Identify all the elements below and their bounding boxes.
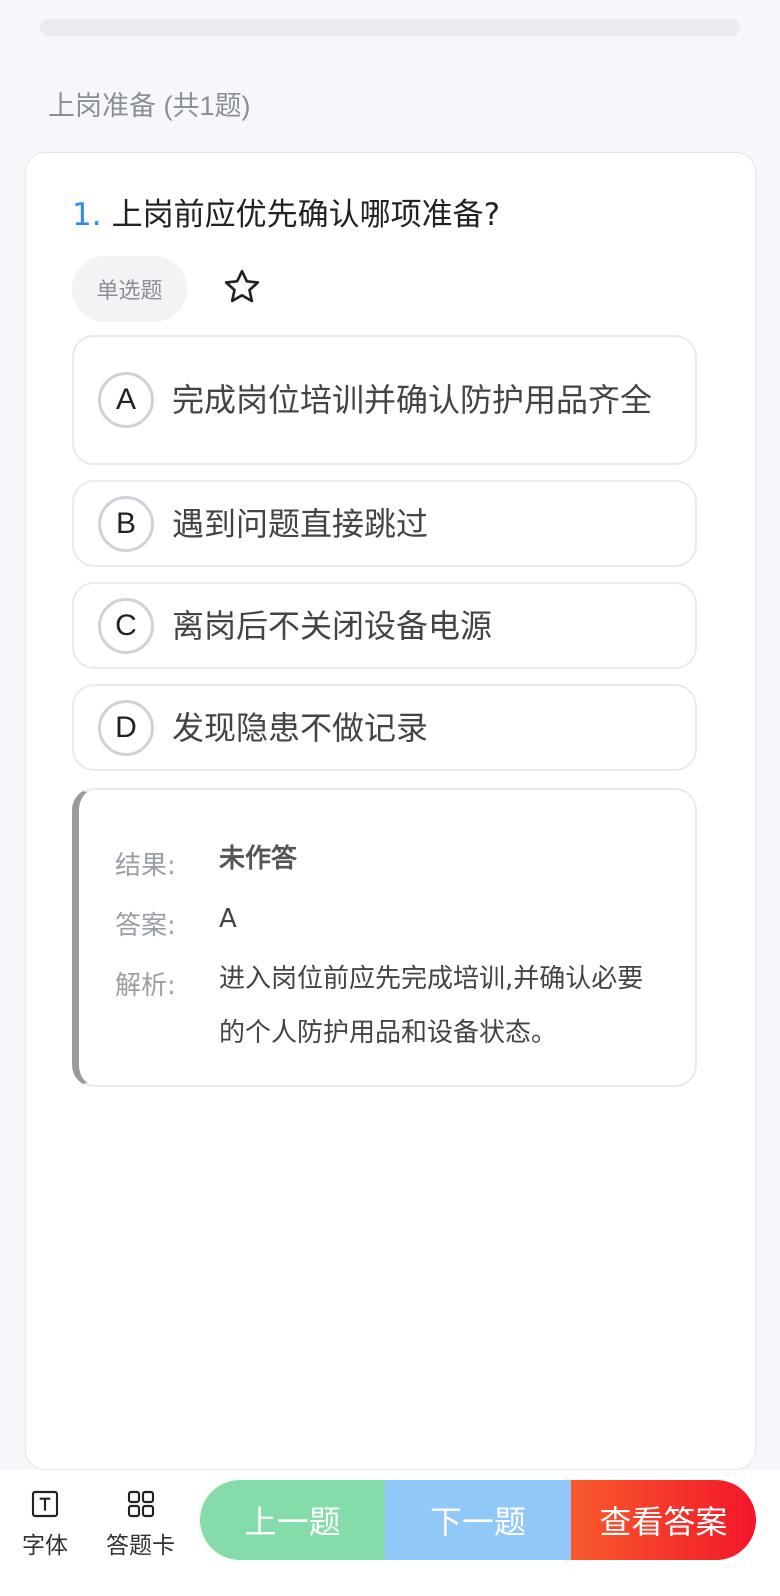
question-number: 1. bbox=[72, 197, 102, 233]
star-outline-icon[interactable] bbox=[222, 267, 262, 307]
analysis-value: 进入岗位前应先完成培训,并确认必要的个人防护用品和设备状态。 bbox=[219, 964, 644, 1048]
option-text: 完成岗位培训并确认防护用品齐全 bbox=[172, 381, 653, 419]
view-answer-button[interactable]: 查看答案 bbox=[570, 1480, 756, 1560]
next-question-button[interactable]: 下一题 bbox=[385, 1480, 571, 1560]
result-row: 结果: 未作答 bbox=[115, 844, 665, 886]
section-title: 上岗准备 (共1题) bbox=[48, 91, 251, 121]
option-text: 离岗后不关闭设备电源 bbox=[172, 606, 493, 645]
option-letter: B bbox=[98, 495, 154, 552]
navigation-button-group: 上一题 下一题 查看答案 bbox=[200, 1480, 756, 1560]
option-a[interactable]: A 完成岗位培训并确认防护用品齐全 bbox=[72, 335, 697, 465]
previous-question-button[interactable]: 上一题 bbox=[200, 1480, 386, 1560]
result-panel: 结果: 未作答 答案: A 解析: 进入岗位前应先完成培训,并确认必要的个人防护… bbox=[72, 788, 697, 1087]
answer-card-button[interactable]: 答题卡 bbox=[106, 1488, 175, 1560]
option-letter: C bbox=[98, 597, 154, 654]
option-text: 遇到问题直接跳过 bbox=[172, 504, 429, 543]
font-size-label: 字体 bbox=[22, 1533, 68, 1559]
option-text: 发现隐患不做记录 bbox=[172, 708, 429, 747]
question-text: 上岗前应优先确认哪项准备? bbox=[111, 197, 501, 233]
analysis-label: 解析: bbox=[115, 971, 176, 1001]
result-value: 未作答 bbox=[219, 844, 298, 874]
font-size-icon bbox=[31, 1490, 59, 1518]
progress-bar bbox=[40, 19, 740, 36]
grid-icon bbox=[127, 1490, 154, 1518]
question-card: 1. 上岗前应优先确认哪项准备? 单选题 A 完成岗位培训并确认防护用品齐全 B … bbox=[25, 152, 756, 1470]
answer-row: 答案: A bbox=[115, 904, 665, 946]
answer-value: A bbox=[219, 904, 237, 934]
result-label: 结果: bbox=[115, 851, 176, 881]
question-type-badge: 单选题 bbox=[72, 256, 187, 322]
font-size-button[interactable]: 字体 bbox=[22, 1488, 68, 1560]
answer-label: 答案: bbox=[115, 911, 176, 941]
bottom-toolbar: 字体 答题卡 上一题 下一题 查看答案 bbox=[0, 1470, 780, 1596]
answer-card-label: 答题卡 bbox=[106, 1533, 175, 1559]
option-c[interactable]: C 离岗后不关闭设备电源 bbox=[72, 582, 697, 669]
option-d[interactable]: D 发现隐患不做记录 bbox=[72, 684, 697, 771]
option-letter: A bbox=[98, 372, 154, 428]
question-title: 1. 上岗前应优先确认哪项准备? bbox=[72, 189, 500, 234]
analysis-row: 解析: 进入岗位前应先完成培训,并确认必要的个人防护用品和设备状态。 bbox=[115, 964, 665, 1060]
option-letter: D bbox=[98, 699, 154, 756]
option-b[interactable]: B 遇到问题直接跳过 bbox=[72, 480, 697, 567]
